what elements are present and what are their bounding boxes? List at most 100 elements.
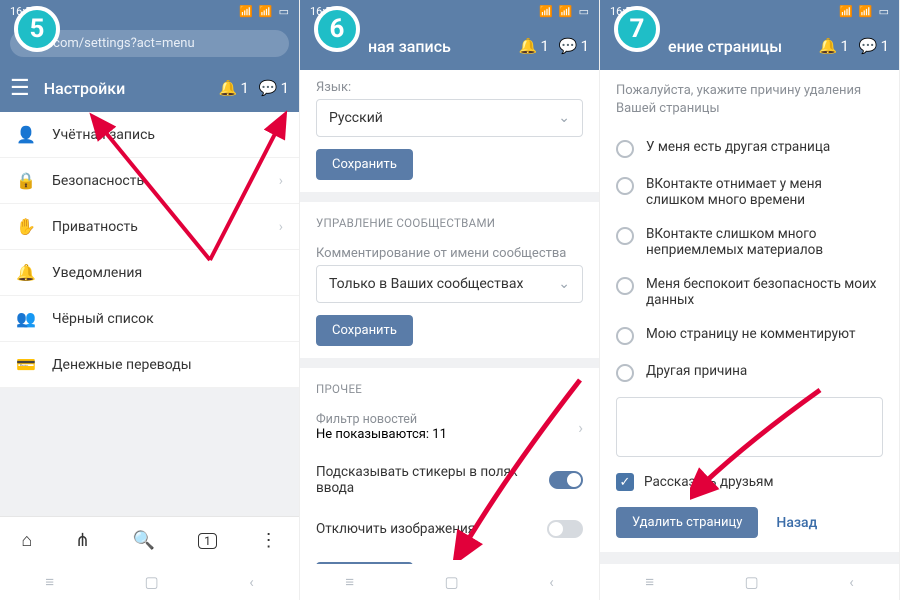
messages-icon[interactable]: 💬1: [259, 79, 289, 97]
images-toggle-row[interactable]: Отключить изображения: [300, 508, 599, 550]
reason-radio-2[interactable]: ВКонтакте слишком много неприемлемых мат…: [600, 217, 899, 267]
card-icon: 💳: [16, 355, 38, 374]
commenting-select[interactable]: Только в Ваших сообществах ⌄: [316, 265, 583, 303]
reason-radio-4[interactable]: Мою страницу не комментируют: [600, 317, 899, 354]
reason-label: У меня есть другая страница: [646, 139, 830, 155]
settings-row-security[interactable]: 🔒 Безопасность ›: [0, 158, 299, 204]
signal-icon: 📶: [239, 5, 253, 18]
step-badge-7: 7: [614, 6, 660, 52]
share-icon[interactable]: ⋔: [75, 530, 90, 551]
people-icon: 👥: [16, 309, 38, 328]
back-nav-icon[interactable]: ‹: [249, 573, 254, 591]
bell-icon: 🔔: [16, 263, 38, 282]
action-buttons: Удалить страницу Назад: [600, 501, 899, 552]
divider: [300, 192, 599, 202]
notifications-icon[interactable]: 🔔1: [519, 37, 549, 55]
messages-icon[interactable]: 💬1: [559, 37, 589, 55]
row-label: Безопасность: [52, 173, 279, 189]
chevron-down-icon: ⌄: [558, 110, 570, 126]
panel-5: 5 16:55 📶 📶 ▭ m.vk.com/settings?act=menu…: [0, 0, 300, 600]
chevron-down-icon: ⌄: [558, 276, 570, 292]
reason-radio-5[interactable]: Другая причина: [600, 354, 899, 391]
row-label: Приватность: [52, 219, 279, 235]
notifications-icon[interactable]: 🔔1: [819, 37, 849, 55]
section-other: ПРОЧЕЕ: [300, 368, 599, 402]
reason-radio-0[interactable]: У меня есть другая страница: [600, 130, 899, 167]
back-button[interactable]: Назад: [776, 515, 817, 531]
empty-area: [0, 388, 299, 516]
images-label: Отключить изображения: [316, 521, 475, 537]
delete-subtext: Пожалуйста, укажите причину удаления Ваш…: [600, 70, 899, 130]
save-language-button[interactable]: Сохранить: [316, 149, 413, 180]
signal-icon: 📶: [539, 5, 553, 18]
settings-row-blacklist[interactable]: 👥 Чёрный список: [0, 296, 299, 342]
checkbox-checked-icon: ✓: [616, 473, 634, 491]
stickers-toggle-row[interactable]: Подсказывать стикеры в полях ввода: [300, 452, 599, 508]
row-label: Учётная запись: [52, 127, 279, 143]
page-header: ☰ Настройки 🔔1 💬1: [0, 64, 299, 112]
settings-row-account[interactable]: 👤 Учётная запись ›: [0, 112, 299, 158]
tabs-icon[interactable]: 1: [198, 533, 217, 549]
news-filter-label: Фильтр новостей: [316, 412, 447, 427]
language-select[interactable]: Русский ⌄: [316, 99, 583, 137]
system-nav-bar: ≡ ▢ ‹: [0, 564, 299, 600]
system-nav-bar: ≡ ▢ ‹: [300, 564, 599, 600]
wifi-icon: 📶: [259, 5, 273, 18]
toggle-switch-off[interactable]: [547, 520, 583, 538]
home-nav-icon[interactable]: ▢: [445, 573, 459, 591]
home-nav-icon[interactable]: ▢: [145, 573, 159, 591]
delete-reasons-body: Пожалуйста, укажите причину удаления Ваш…: [600, 70, 899, 564]
reason-label: Меня беспокоит безопасность моих данных: [646, 276, 883, 308]
settings-row-payments[interactable]: 💳 Денежные переводы: [0, 342, 299, 388]
kebab-icon[interactable]: ⋮: [260, 530, 278, 551]
reason-label: Другая причина: [646, 363, 747, 379]
tell-friends-label: Рассказать друзьям: [644, 474, 773, 490]
divider: [300, 358, 599, 368]
recent-icon[interactable]: ≡: [645, 573, 654, 591]
toggle-switch-on[interactable]: [549, 471, 583, 489]
back-nav-icon[interactable]: ‹: [849, 573, 854, 591]
home-nav-icon[interactable]: ▢: [745, 573, 759, 591]
chevron-right-icon: ›: [279, 219, 283, 235]
reason-radio-3[interactable]: Меня беспокоит безопасность моих данных: [600, 267, 899, 317]
account-settings-body: Язык: Русский ⌄ Сохранить УПРАВЛЕНИЕ СОО…: [300, 70, 599, 564]
status-icons: 📶 📶 ▭: [539, 5, 589, 18]
status-icons: 📶 📶 ▭: [239, 5, 289, 18]
stickers-label: Подсказывать стикеры в полях ввода: [316, 464, 549, 496]
messages-icon[interactable]: 💬1: [859, 37, 889, 55]
save-commenting-button[interactable]: Сохранить: [316, 315, 413, 346]
battery-icon: ▭: [579, 5, 589, 18]
reason-radio-1[interactable]: ВКонтакте отнимает у меня слишком много …: [600, 167, 899, 217]
settings-row-privacy[interactable]: ✋ Приватность ›: [0, 204, 299, 250]
search-icon[interactable]: 🔍: [133, 530, 155, 551]
home-icon[interactable]: ⌂: [21, 530, 32, 551]
tell-friends-row[interactable]: ✓ Рассказать друзьям: [600, 463, 899, 501]
reason-textarea[interactable]: [616, 397, 883, 457]
row-label: Денежные переводы: [52, 357, 283, 373]
empty-area: [600, 552, 899, 564]
chevron-right-icon: ›: [279, 127, 283, 143]
recent-icon[interactable]: ≡: [345, 573, 354, 591]
news-filter-row[interactable]: Фильтр новостей Не показываются: 11 ›: [300, 402, 599, 452]
wifi-icon: 📶: [859, 5, 873, 18]
section-communities: УПРАВЛЕНИЕ СООБЩЕСТВАМИ: [300, 202, 599, 236]
step-badge-5: 5: [14, 6, 60, 52]
signal-icon: 📶: [839, 5, 853, 18]
back-nav-icon[interactable]: ‹: [549, 573, 554, 591]
row-label: Чёрный список: [52, 311, 283, 327]
lock-icon: 🔒: [16, 171, 38, 190]
status-icons: 📶 📶 ▭: [839, 5, 889, 18]
system-nav-bar: ≡ ▢ ‹: [600, 564, 899, 600]
radio-icon: [616, 277, 634, 295]
radio-icon: [616, 227, 634, 245]
panel-7: 7 16:55 📶 📶 ▭ ение страницы 🔔1 💬1 Пожалу…: [600, 0, 900, 600]
radio-icon: [616, 364, 634, 382]
battery-icon: ▭: [279, 5, 289, 18]
notifications-icon[interactable]: 🔔1: [219, 79, 249, 97]
step-badge-6: 6: [314, 6, 360, 52]
menu-icon[interactable]: ☰: [10, 76, 30, 101]
delete-page-button[interactable]: Удалить страницу: [616, 507, 758, 538]
settings-row-notifications[interactable]: 🔔 Уведомления: [0, 250, 299, 296]
recent-icon[interactable]: ≡: [45, 573, 54, 591]
reason-label: Мою страницу не комментируют: [646, 326, 855, 342]
